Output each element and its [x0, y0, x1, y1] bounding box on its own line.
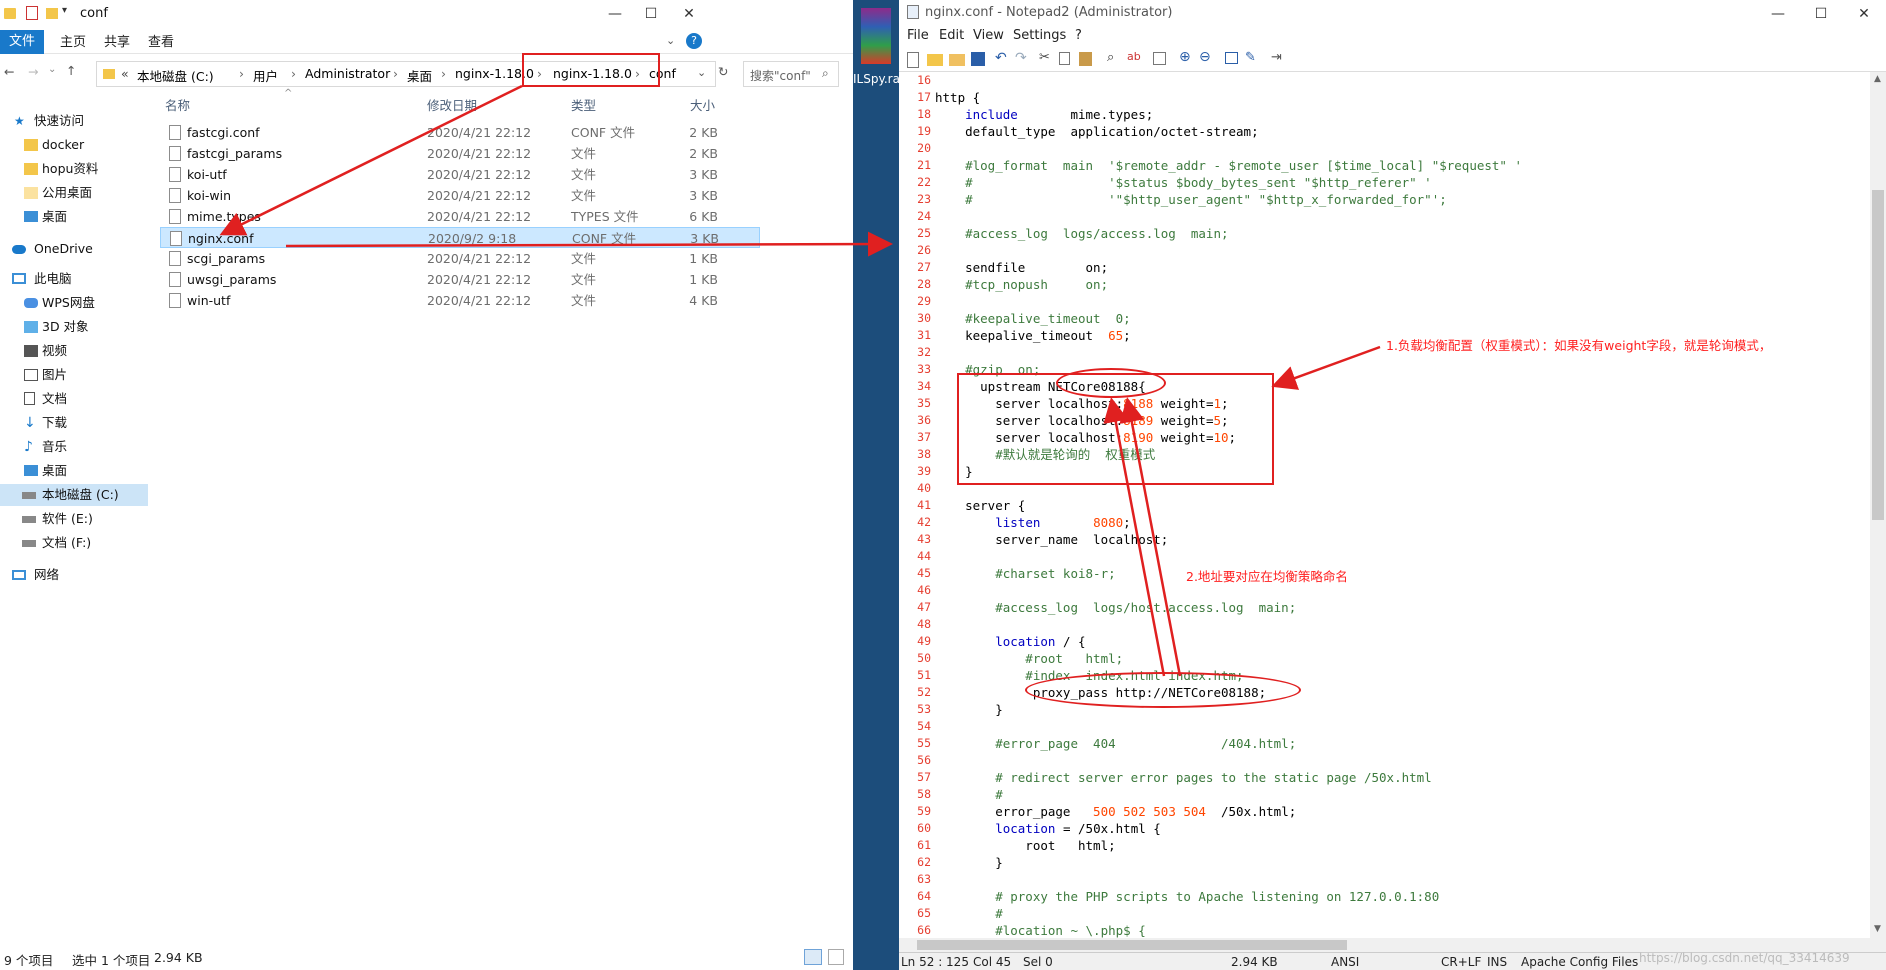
annotation-arrows [219, 84, 1381, 677]
arrow-address-to-file [219, 84, 523, 236]
arrow-proxy-to-upstream-a [1103, 397, 1166, 677]
arrow-note-to-box [1271, 345, 1381, 390]
arrow-file-to-editor [285, 231, 893, 257]
arrow-proxy-to-upstream-b [1119, 397, 1182, 677]
